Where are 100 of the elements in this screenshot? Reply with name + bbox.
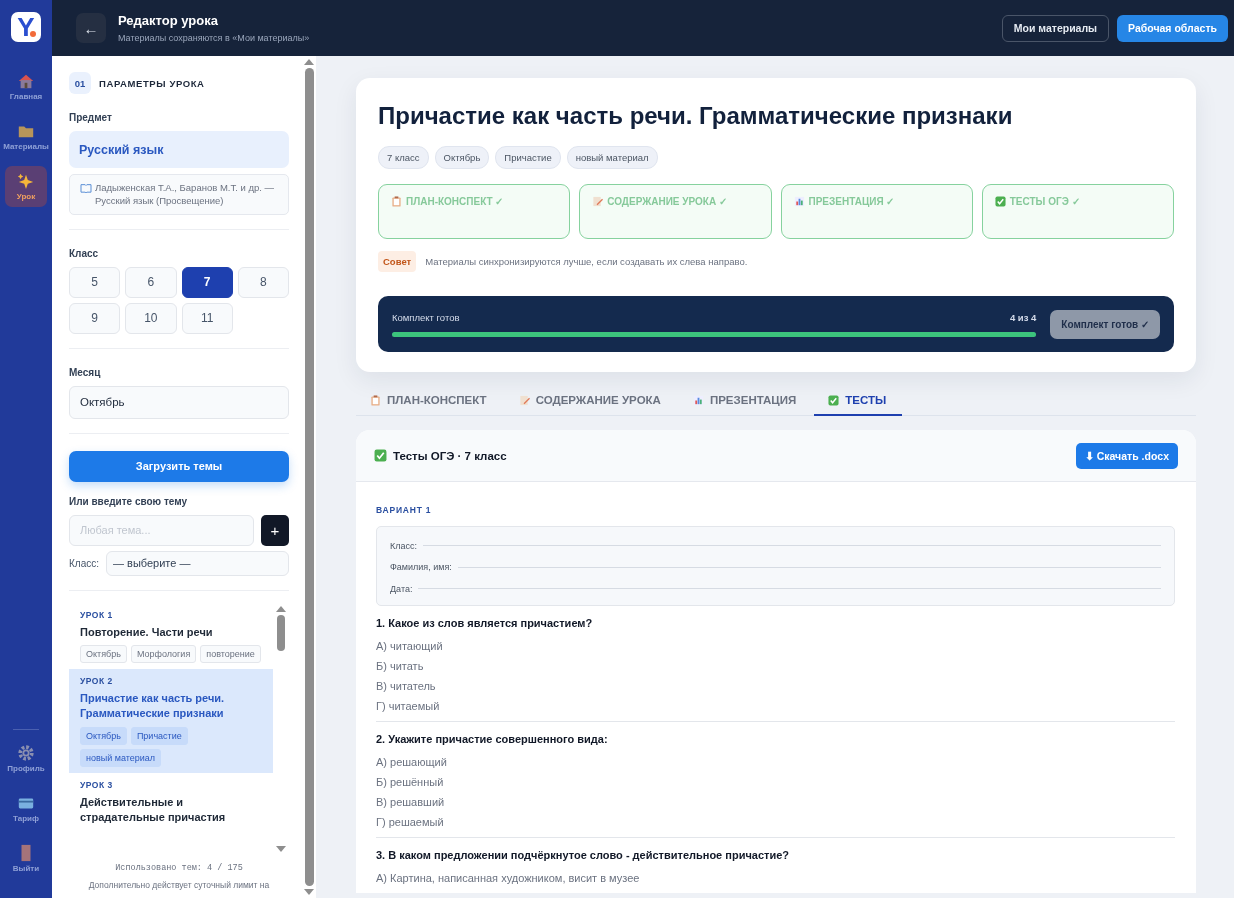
answer-option: А) решающий	[376, 751, 1175, 772]
gear-icon	[17, 744, 35, 762]
tests-title: Тесты ОГЭ · 7 класс	[393, 449, 507, 462]
lesson-tag: Октябрь	[80, 726, 127, 745]
fill-in-line[interactable]	[423, 545, 1161, 547]
memo-icon	[592, 196, 604, 207]
lesson-item[interactable]: УРОК 2 Причастие как часть речи. Грамматические признаки Октябрь Причастие новый материал	[69, 669, 273, 773]
question-text: 1. Какое из слов является причастием?	[376, 616, 594, 629]
tip-text: Материалы синхронизируются лучше, если создавать их слева направо.	[425, 256, 748, 267]
lesson-tag: Октябрь	[434, 146, 490, 169]
limit-note: Дополнительно действует суточный лимит на	[87, 879, 271, 890]
textbook-text: Ладыженская Т.А., Баранов М.Т. и др. — Русский язык (Просвещение)	[95, 181, 276, 208]
answer-option: В) решавший	[376, 791, 1175, 812]
checkbox-icon	[828, 394, 840, 406]
topic-input[interactable]: Любая тема...	[69, 514, 254, 546]
book-icon	[80, 183, 92, 193]
field-label: Фамилия, имя:	[390, 562, 452, 573]
nav-item[interactable]: Главная	[5, 66, 47, 107]
question-text: 2. Укажите причастие совершенного вида:	[376, 732, 609, 745]
grade-button[interactable]: 10	[125, 302, 177, 334]
page-title: Редактор урока	[118, 13, 219, 28]
house-icon	[17, 72, 35, 90]
memo-icon	[518, 394, 530, 406]
chart-icon	[793, 196, 805, 207]
lesson-tag: повторение	[200, 645, 261, 663]
tab[interactable]: ТЕСТЫ	[814, 388, 903, 416]
answer-option: А) Картина, написанная художником, висит в музее	[376, 867, 1175, 888]
answer-option: Г) решаемый	[376, 811, 1175, 832]
field-label: Класс	[69, 247, 100, 259]
lesson-number: УРОК 1	[80, 609, 114, 620]
download-button[interactable]: ⬇ Скачать .docx	[1075, 442, 1178, 469]
lesson-heading: Причастие как часть речи. Грамматические признаки	[378, 102, 1014, 130]
lesson-tag: новый материал	[80, 748, 162, 767]
nav-item[interactable]: Материалы	[5, 116, 47, 157]
lesson-item[interactable]: УРОК 3 Действительные и страдательные причастия	[69, 772, 273, 832]
lesson-number: УРОК 3	[80, 779, 114, 790]
sparkle-icon	[17, 172, 35, 190]
lesson-title: Повторение. Части речи	[80, 624, 214, 640]
lesson-number: УРОК 2	[80, 676, 114, 686]
lesson-item[interactable]: УРОК 1 Повторение. Части речи Октябрь Морфология повторение	[69, 602, 273, 669]
month-select[interactable]: Октябрь	[69, 385, 289, 419]
lesson-tag: новый материал	[566, 146, 658, 169]
material-label: ПЛАН-КОНСПЕКТ ✓	[406, 196, 504, 207]
subject-field[interactable]: Русский язык	[69, 131, 289, 168]
page-subtitle: Материалы сохраняются в «Мои материалы»	[118, 33, 310, 43]
field-label: Дата:	[390, 583, 413, 594]
tab[interactable]: ПЛАН-КОНСПЕКТ	[368, 388, 503, 416]
clipboard-icon	[370, 394, 381, 406]
clipboard-icon	[391, 196, 402, 207]
nav-item[interactable]: Тариф	[5, 788, 47, 829]
lesson-title: Причастие как часть речи. Грамматические признаки	[80, 691, 226, 722]
fill-in-line[interactable]	[457, 566, 1161, 568]
progress-count: 4 из 4	[1009, 311, 1037, 323]
material-label: ТЕСТЫ ОГЭ ✓	[1009, 196, 1080, 207]
question-text: 3. В каком предложении подчёркнутое слово - действительное причастие?	[376, 848, 791, 861]
load-topics-button[interactable]: Загрузить темы	[69, 450, 289, 482]
material-label: ПРЕЗЕНТАЦИЯ ✓	[808, 196, 895, 207]
lesson-tag: 7 класс	[378, 146, 429, 169]
nav-item[interactable]: Урок	[5, 166, 47, 207]
checkbox-icon	[374, 449, 387, 462]
grade-button[interactable]: 11	[181, 302, 233, 334]
field-label: Или введите свою тему	[69, 495, 189, 507]
usage-counter: Использовано тем: 4 / 175	[114, 862, 244, 873]
field-label: Предмет	[69, 112, 113, 123]
tab[interactable]: ПРЕЗЕНТАЦИЯ	[690, 388, 813, 416]
lesson-tag: Октябрь	[80, 645, 127, 663]
grade-button[interactable]: 7	[181, 266, 233, 298]
step-number: 01	[69, 72, 91, 94]
answer-option: А) читающий	[376, 635, 1175, 656]
field-label: Класс:	[69, 557, 99, 569]
nav-item[interactable]: Выйти	[5, 838, 47, 879]
app-logo[interactable]: Y	[11, 12, 41, 42]
answer-option: Г) читаемый	[376, 695, 1175, 716]
fill-in-line[interactable]	[418, 588, 1161, 590]
nav-item[interactable]: Профиль	[5, 738, 47, 779]
materials-button[interactable]: Мои материалы	[1001, 14, 1110, 42]
lesson-title: Действительные и страдательные причастия	[80, 794, 227, 826]
lesson-tag: Морфология	[130, 645, 197, 663]
kit-ready-button[interactable]: Комплект готов ✓	[1050, 309, 1160, 339]
tab[interactable]: СОДЕРЖАНИЕ УРОКА	[516, 388, 677, 416]
progress-label: Комплект готов	[392, 311, 460, 323]
back-button[interactable]: ←	[76, 13, 106, 43]
answer-option: В) читатель	[376, 675, 1175, 696]
grade-button[interactable]: 8	[237, 266, 289, 298]
section-title: ПАРАМЕТРЫ УРОКА	[99, 77, 205, 89]
field-label: Класс:	[390, 540, 417, 551]
class-select[interactable]: — выберите —	[106, 550, 289, 576]
answer-option: Б) читать	[376, 655, 1175, 676]
checkbox-icon	[994, 196, 1006, 207]
grade-button[interactable]: 6	[125, 266, 177, 298]
grade-button[interactable]: 5	[69, 266, 121, 298]
add-button[interactable]: +	[261, 514, 289, 546]
tip-badge: Совет	[378, 251, 417, 272]
material-label: СОДЕРЖАНИЕ УРОКА ✓	[607, 196, 727, 207]
grade-button[interactable]: 9	[69, 302, 121, 334]
lesson-tag: Причастие	[495, 146, 561, 169]
lesson-tag: Причастие	[130, 726, 188, 745]
workspace-button[interactable]: Рабочая область	[1117, 14, 1228, 42]
chart-icon	[692, 394, 704, 406]
variant-heading: ВАРИАНТ 1	[376, 505, 433, 515]
